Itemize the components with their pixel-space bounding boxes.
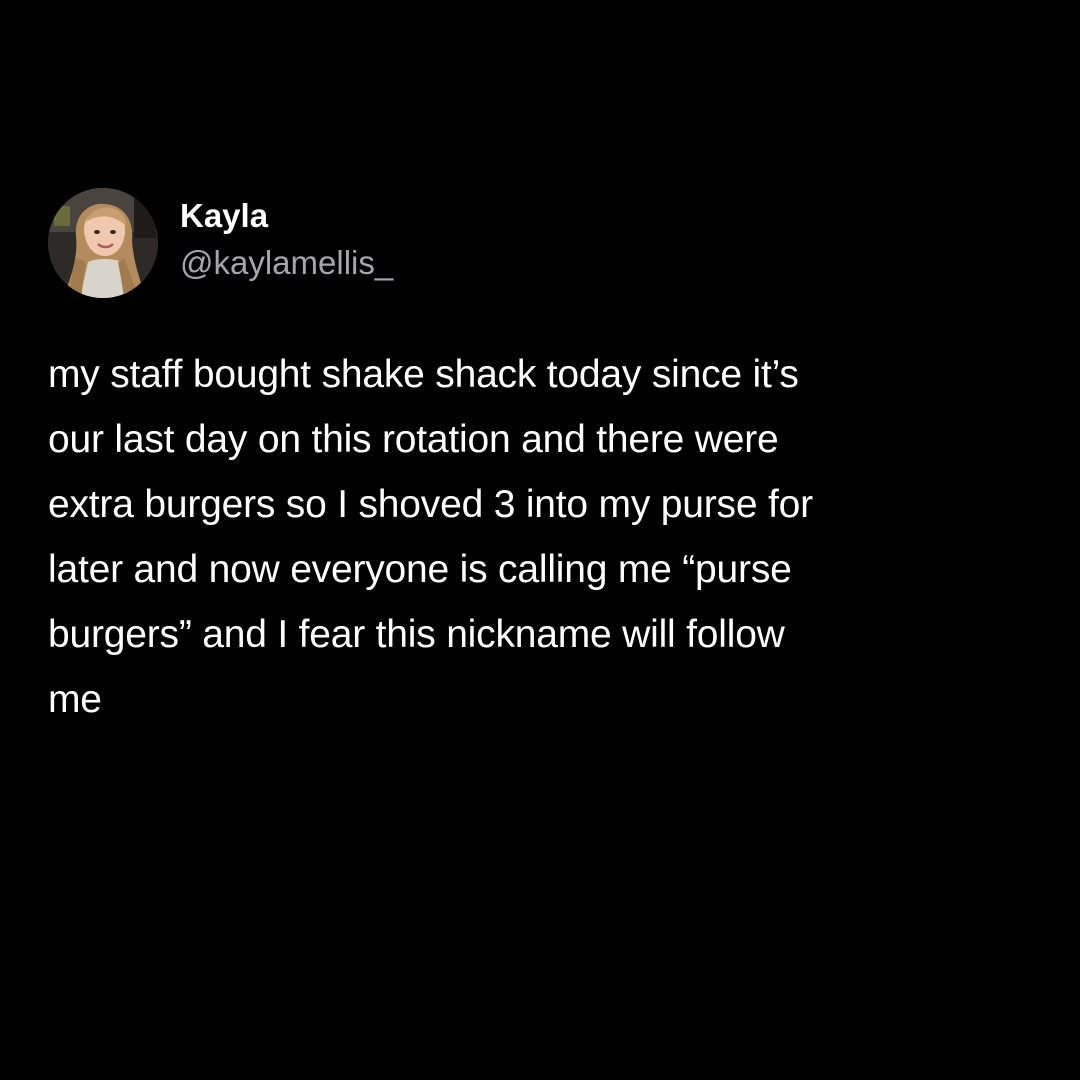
- user-handle[interactable]: @kaylamellis_: [180, 243, 393, 283]
- post-canvas: Kayla @kaylamellis_ my staff bought shak…: [0, 0, 1080, 1080]
- tweet-body: my staff bought shake shack today since …: [48, 353, 813, 721]
- profile-photo-icon: [48, 188, 158, 298]
- avatar[interactable]: [48, 188, 158, 298]
- author-meta: Kayla @kaylamellis_: [180, 196, 393, 283]
- display-name[interactable]: Kayla: [180, 196, 393, 236]
- tweet-card: Kayla @kaylamellis_ my staff bought shak…: [48, 188, 1038, 732]
- author-row: Kayla @kaylamellis_: [48, 188, 1038, 298]
